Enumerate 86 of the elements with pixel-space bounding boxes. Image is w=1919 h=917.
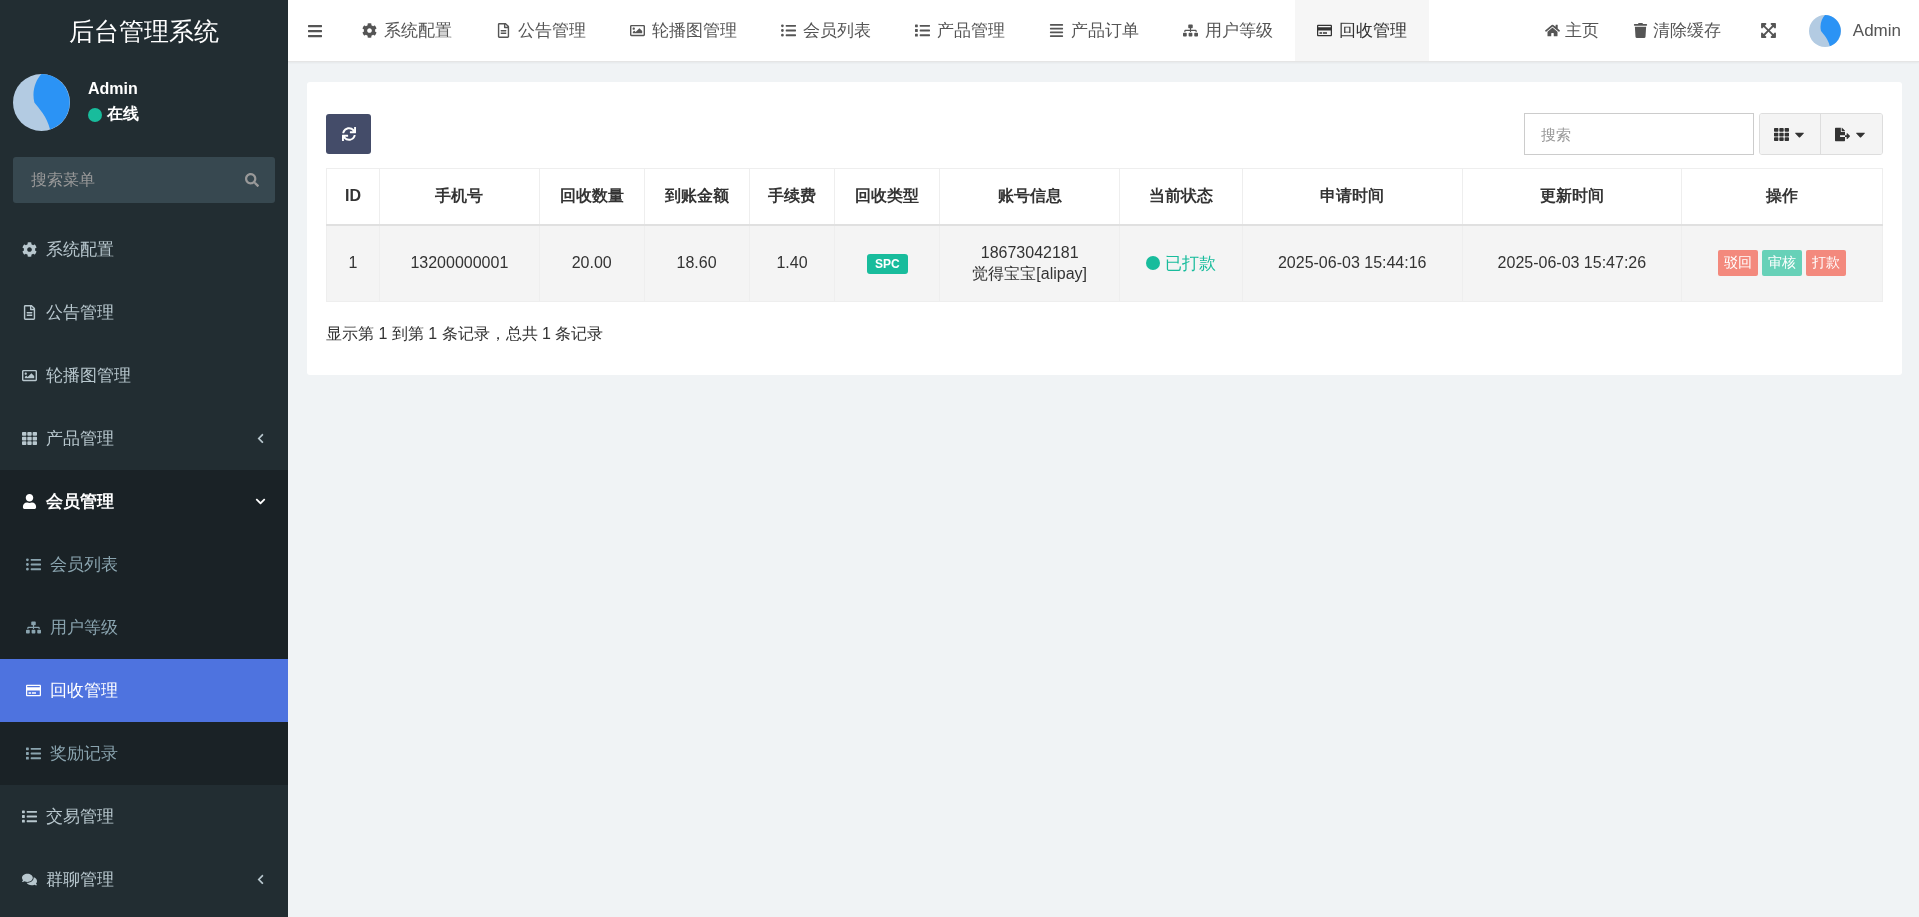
sitemap-icon bbox=[1183, 23, 1198, 38]
document-icon bbox=[496, 23, 511, 38]
account-text: 18673042181 bbox=[979, 242, 1080, 263]
table-cell: 1.40 bbox=[749, 224, 835, 302]
chevron-icon bbox=[255, 874, 266, 885]
account-text: 觉得宝宝[alipay] bbox=[971, 264, 1089, 285]
gear-icon bbox=[362, 23, 377, 38]
refresh-button[interactable] bbox=[326, 114, 371, 154]
trash-icon bbox=[1632, 23, 1648, 38]
table-cell: 18.60 bbox=[644, 224, 749, 302]
columns-button[interactable] bbox=[1760, 114, 1821, 154]
nav-link[interactable]: 主页 bbox=[1527, 0, 1616, 61]
column-header[interactable]: 账号信息 bbox=[939, 168, 1120, 225]
menu-search-field[interactable]: 搜索菜单 bbox=[29, 170, 245, 190]
document-icon bbox=[22, 305, 37, 320]
column-header[interactable]: ID bbox=[326, 168, 380, 225]
menu-item[interactable]: 奖励记录 bbox=[0, 722, 288, 785]
credit-card-icon bbox=[26, 683, 41, 698]
menu-item[interactable]: 用户等级 bbox=[0, 596, 288, 659]
menu-item[interactable]: 交易管理 bbox=[0, 785, 288, 848]
column-header[interactable]: 手续费 bbox=[749, 168, 835, 225]
nav-tab[interactable]: 回收管理 bbox=[1295, 0, 1429, 61]
image-icon bbox=[22, 368, 37, 383]
table-cell: 20.00 bbox=[539, 224, 645, 302]
list-icon bbox=[22, 809, 37, 824]
pagination-summary: 显示第 1 到第 1 条记录，总共 1 条记录 bbox=[326, 324, 605, 344]
menu-item[interactable]: 群聊管理 bbox=[0, 848, 288, 911]
menu-item[interactable]: 系统配置 bbox=[0, 218, 288, 281]
gear-icon bbox=[22, 242, 37, 257]
grid-icon bbox=[22, 431, 37, 446]
chevron-icon bbox=[255, 496, 266, 507]
lines-icon bbox=[1049, 23, 1064, 38]
export-button[interactable] bbox=[1821, 114, 1882, 154]
list-icon bbox=[26, 557, 41, 572]
column-header[interactable]: 手机号 bbox=[379, 168, 540, 225]
menu-item[interactable]: 轮播图管理 bbox=[0, 344, 288, 407]
menu-item[interactable]: 产品管理 bbox=[0, 407, 288, 470]
menu-icon bbox=[307, 22, 323, 39]
nav-tab[interactable]: 产品订单 bbox=[1027, 0, 1161, 61]
user-name: Admin bbox=[88, 80, 139, 98]
menu-item[interactable]: 回收管理 bbox=[0, 659, 288, 722]
nav-tab[interactable]: 用户等级 bbox=[1161, 0, 1295, 61]
search-field[interactable]: 搜索 bbox=[1524, 113, 1754, 155]
column-header[interactable]: 回收数量 bbox=[539, 168, 645, 225]
menu-search-box[interactable]: 搜索菜单 bbox=[13, 157, 275, 203]
table-cell: 2025-06-03 15:44:16 bbox=[1242, 224, 1463, 302]
fullscreen-icon bbox=[1759, 22, 1777, 39]
sitemap-icon bbox=[26, 620, 41, 635]
type-badge: SPC bbox=[867, 254, 908, 275]
menu-item[interactable]: 公告管理 bbox=[0, 281, 288, 344]
column-header[interactable]: 回收类型 bbox=[834, 168, 940, 225]
user-status: 在线 bbox=[107, 104, 139, 124]
credit-card-icon bbox=[1317, 23, 1332, 38]
column-header[interactable]: 操作 bbox=[1681, 168, 1883, 225]
status-text: 已打款 bbox=[1165, 252, 1216, 275]
column-header[interactable]: 到账金额 bbox=[644, 168, 749, 225]
user-name[interactable]: Admin bbox=[1852, 20, 1901, 41]
image-icon bbox=[630, 23, 645, 38]
nav-tab[interactable]: 会员列表 bbox=[759, 0, 893, 61]
chevron-icon bbox=[255, 433, 266, 444]
table-cell: 13200000001 bbox=[379, 224, 540, 302]
list-icon bbox=[915, 23, 930, 38]
column-header[interactable]: 更新时间 bbox=[1462, 168, 1682, 225]
chat-icon bbox=[22, 872, 37, 887]
column-header[interactable]: 申请时间 bbox=[1242, 168, 1463, 225]
table-cell: 1 bbox=[326, 224, 380, 302]
user-icon bbox=[22, 494, 37, 509]
table-cell: 2025-06-03 15:47:26 bbox=[1462, 224, 1682, 302]
app-title: 后台管理系统 bbox=[68, 15, 220, 47]
search-icon bbox=[245, 173, 259, 187]
home-icon bbox=[1544, 23, 1560, 38]
avatar bbox=[13, 74, 70, 131]
nav-link[interactable]: 清除缓存 bbox=[1615, 0, 1738, 61]
list-icon bbox=[26, 746, 41, 761]
nav-tab[interactable]: 产品管理 bbox=[893, 0, 1027, 61]
nav-tab[interactable]: 公告管理 bbox=[474, 0, 608, 61]
avatar bbox=[1808, 14, 1841, 47]
menu-item[interactable]: 会员管理 bbox=[0, 470, 288, 533]
grid-icon bbox=[1773, 126, 1789, 142]
list-icon bbox=[781, 23, 796, 38]
menu-item[interactable]: 会员列表 bbox=[0, 533, 288, 596]
refresh-icon bbox=[341, 127, 356, 141]
export-icon bbox=[1835, 126, 1850, 142]
nav-tab[interactable]: 轮播图管理 bbox=[608, 0, 759, 61]
nav-tab[interactable]: 系统配置 bbox=[340, 0, 474, 61]
column-header[interactable]: 当前状态 bbox=[1119, 168, 1243, 225]
